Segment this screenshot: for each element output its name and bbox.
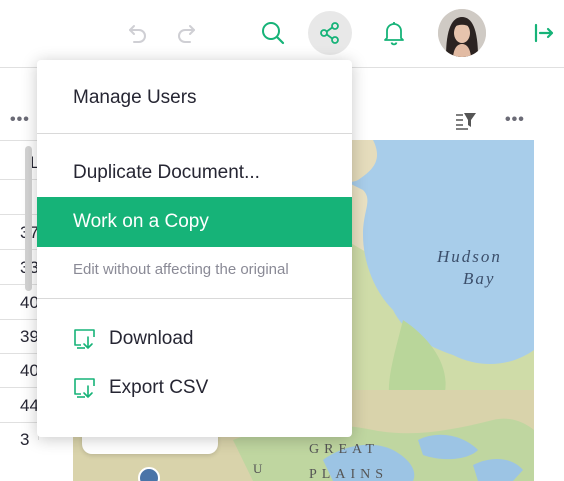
download-icon bbox=[73, 327, 99, 351]
work-on-copy-label: Work on a Copy bbox=[73, 211, 209, 232]
share-menu: Manage Users Duplicate Document... Work … bbox=[37, 60, 352, 437]
manage-users-label: Manage Users bbox=[73, 87, 197, 108]
undo-icon[interactable] bbox=[116, 11, 160, 55]
manage-users-item[interactable]: Manage Users bbox=[37, 73, 352, 123]
vertical-scrollbar[interactable] bbox=[25, 146, 32, 291]
menu-divider bbox=[37, 133, 352, 134]
avatar[interactable] bbox=[438, 9, 486, 57]
export-csv-item[interactable]: Export CSV bbox=[37, 363, 352, 413]
map-label-bay-2: Bay bbox=[463, 269, 495, 288]
map-label-fragment: U bbox=[253, 461, 266, 476]
export-csv-label: Export CSV bbox=[109, 377, 209, 398]
exit-icon[interactable] bbox=[522, 11, 564, 55]
map-label-bay-1: Hudson bbox=[436, 247, 502, 266]
work-on-copy-item[interactable]: Work on a Copy bbox=[37, 197, 352, 247]
work-on-copy-hint: Edit without affecting the original bbox=[73, 261, 289, 278]
duplicate-document-item[interactable]: Duplicate Document... bbox=[37, 148, 352, 198]
duplicate-document-label: Duplicate Document... bbox=[73, 162, 260, 183]
download-item[interactable]: Download bbox=[37, 314, 352, 364]
map-label-plains-1: GREAT bbox=[309, 442, 379, 457]
section-menu-dots-left[interactable]: ••• bbox=[10, 112, 30, 128]
download-label: Download bbox=[109, 328, 194, 349]
redo-icon[interactable] bbox=[164, 11, 208, 55]
bell-icon[interactable] bbox=[372, 11, 416, 55]
search-icon[interactable] bbox=[251, 11, 295, 55]
menu-divider bbox=[37, 298, 352, 299]
export-csv-icon bbox=[73, 376, 99, 400]
share-icon[interactable] bbox=[308, 11, 352, 55]
map-label-plains-2: PLAINS bbox=[309, 467, 388, 481]
top-toolbar bbox=[0, 0, 564, 68]
section-menu-dots-right[interactable]: ••• bbox=[505, 112, 525, 128]
sort-filter-icon[interactable] bbox=[454, 111, 478, 136]
map-marker bbox=[138, 467, 160, 481]
table-cell[interactable]: 3 bbox=[20, 430, 29, 450]
